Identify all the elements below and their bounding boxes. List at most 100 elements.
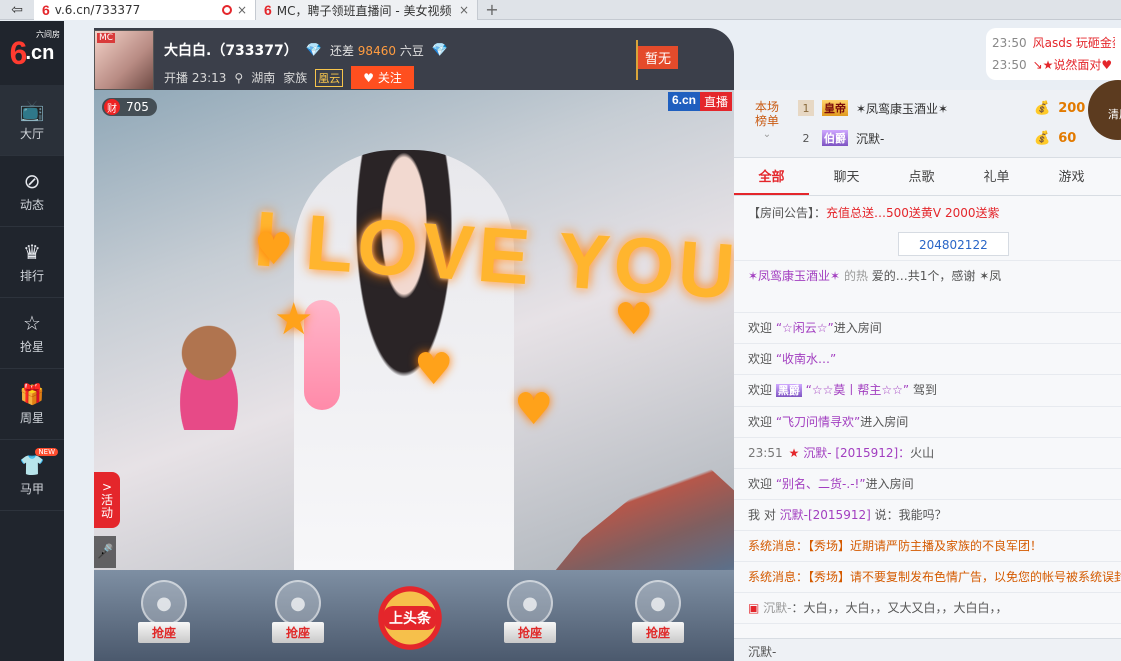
site-logo-icon: 6 <box>42 2 50 18</box>
seat-3[interactable]: ● 抢座 <box>490 580 570 655</box>
heart-icon: ♥ <box>254 224 294 275</box>
tab-v6[interactable]: 6 v.6.cn/733377 × <box>34 0 256 20</box>
seat-avatar-icon: ● <box>507 580 553 626</box>
new-tab-button[interactable]: + <box>478 0 506 19</box>
star-icon: ★ <box>788 446 800 460</box>
close-icon[interactable]: × <box>459 3 469 17</box>
seat-bar: ● 抢座 ● 抢座 上头条 ● 抢座 ● 抢座 <box>94 570 734 661</box>
seat-avatar-icon: ● <box>141 580 187 626</box>
tab-mc-room[interactable]: 6 MC，聘子领班直播间 - 美女视频 × <box>256 0 478 20</box>
gift-icon: 🎁 <box>19 381 45 406</box>
browser-tab-bar: ⇦ 6 v.6.cn/733377 × 6 MC，聘子领班直播间 - 美女视频 … <box>0 0 1121 20</box>
chat-input-row[interactable]: 沉默- <box>734 638 1121 661</box>
location: 湖南 <box>251 71 276 85</box>
chat-list[interactable]: 【房间公告】：充值总送…500送黄V 2000送紫 204802122 ✶凤鸾康… <box>734 198 1121 638</box>
chat-tabs: 全部 聊天 点歌 礼单 游戏 <box>734 160 1121 196</box>
list-item: 欢迎 “☆闲云☆”进入房间 <box>734 313 1121 344</box>
anchor-name-row: 大白白.（733377） 💎 还差 98460 六豆 💎 <box>164 40 448 60</box>
live-video[interactable]: I LOVE YOU ♥ ♥ ♥ ♥ ★ ★ 财 705 6.cn 直播 > 活… <box>94 90 734 570</box>
user-icon: ▣ <box>748 601 760 615</box>
title-badge: 黑爵 <box>775 384 802 397</box>
seat-4[interactable]: ● 抢座 <box>618 580 698 655</box>
heart-icon: ♥ <box>614 294 654 345</box>
grab-seat-button[interactable]: 抢座 <box>631 622 684 643</box>
fortune-icon: 财 <box>104 99 120 115</box>
seat-1[interactable]: ● 抢座 <box>124 580 204 655</box>
new-badge: NEW <box>35 448 58 456</box>
shirt-icon: 👕 <box>19 452 45 477</box>
fortune-badge[interactable]: 财 705 <box>102 98 157 116</box>
anchor-info-row: 开播 23:13 ⚲ 湖南 家族 凰云 ♥ 关注 <box>164 66 414 89</box>
record-icon <box>221 5 232 15</box>
list-item: 我 对 沉默-[2015912] 说：我能吗？ <box>734 500 1121 531</box>
start-time: 开播 23:13 <box>164 71 227 85</box>
rank-row[interactable]: 1 皇帝 ✶凤鸾康玉酒业✶ 💰 200 <box>798 96 1098 120</box>
anchor-header: MC 大白白.（733377） 💎 还差 98460 六豆 💎 开播 23:13… <box>94 28 734 90</box>
tab-gifts[interactable]: 礼单 <box>959 160 1034 195</box>
coin-icon: 💰 <box>1034 100 1051 116</box>
ticker-line: 23:50 风asds 玩砸金蛋 <box>992 36 1115 50</box>
rank-flag[interactable]: 暂无 <box>638 46 678 69</box>
list-item: 欢迎 “别名、二货-.-!”进入房间 <box>734 469 1121 500</box>
tab-url: v.6.cn/733377 <box>54 3 141 17</box>
tab-chat[interactable]: 聊天 <box>809 160 884 195</box>
right-panel: 本场 榜单 ⌄ 1 皇帝 ✶凤鸾康玉酒业✶ 💰 200 2 伯爵 沉默- 💰 6… <box>734 90 1121 661</box>
rank-row[interactable]: 2 伯爵 沉默- 💰 60 <box>798 126 1098 150</box>
ticker-line: 23:50 ↘★说然面对♥ <box>992 58 1113 72</box>
back-arrow-icon[interactable]: ⇦ <box>0 0 34 19</box>
heart-icon: ♥ <box>414 344 454 395</box>
teddy-bear <box>164 320 254 430</box>
sidebar-item-rank[interactable]: ♛ 排行 <box>0 227 64 298</box>
family-tag[interactable]: 凰云 <box>315 68 344 87</box>
rank-title-badge: 皇帝 <box>822 100 848 116</box>
heart-icon: ♥ <box>514 384 554 435</box>
family-label: 家族 <box>283 71 308 85</box>
grab-seat-button[interactable]: 抢座 <box>137 622 190 643</box>
rank-title-badge: 伯爵 <box>822 130 848 146</box>
sidebar-item-feed[interactable]: ⊘ 动态 <box>0 156 64 227</box>
tab-title: MC，聘子领班直播间 - 美女视频 <box>276 3 452 18</box>
list-item: 欢迎 黑爵 “☆☆莫丨帮主☆☆” 驾到 <box>734 375 1121 407</box>
close-icon[interactable]: × <box>237 3 247 17</box>
site-logo[interactable]: 6 .cn 六间房 <box>0 21 64 85</box>
live-badge: 6.cn 直播 <box>667 92 732 111</box>
seat-avatar-icon: ● <box>635 580 681 626</box>
sidebar-item-grab-star[interactable]: ☆ 抢星 <box>0 298 64 369</box>
session-rank: 本场 榜单 ⌄ 1 皇帝 ✶凤鸾康玉酒业✶ 💰 200 2 伯爵 沉默- 💰 6… <box>734 90 1121 158</box>
star-icon: ★ <box>274 294 314 345</box>
list-item: ✶凤鸾康玉酒业✶ 的热 爱的…共1个，感谢 ✶凤 <box>734 261 1121 313</box>
top-message-ticker: 23:50 风asds 玩砸金蛋 23:50 ↘★说然面对♥ <box>986 28 1121 80</box>
site-logo-icon: 6 <box>264 2 272 18</box>
list-item: ▣ 沉默-：大白，，大白，，又大又白，，大白白，， <box>734 593 1121 624</box>
mic-icon[interactable]: 🎤 <box>94 536 116 568</box>
tab-games[interactable]: 游戏 <box>1034 160 1109 195</box>
seat-avatar-icon: ● <box>275 580 321 626</box>
sidebar-item-week-star[interactable]: 🎁 周星 <box>0 369 64 440</box>
tab-all[interactable]: 全部 <box>734 160 809 195</box>
location-pin-icon: ⚲ <box>234 70 244 85</box>
list-item: 欢迎 “飞刀问情寻欢”进入房间 <box>734 407 1121 438</box>
sidebar-item-hall[interactable]: 📺 大厅 <box>0 85 64 156</box>
system-message: 系统消息：【秀场】近期请严防主播及家族的不良军团！ <box>734 531 1121 562</box>
tv-icon: 📺 <box>19 97 45 122</box>
headline-button[interactable]: 上头条 <box>376 578 444 658</box>
room-id[interactable]: 204802122 <box>898 232 1009 256</box>
rank-toggle[interactable]: 本场 榜单 ⌄ <box>752 100 782 142</box>
star-icon: ☆ <box>23 310 41 335</box>
left-sidebar: 6 .cn 六间房 📺 大厅 ⊘ 动态 ♛ 排行 ☆ 抢星 🎁 周星 NEW 👕 … <box>0 21 64 661</box>
sidebar-item-vest[interactable]: NEW 👕 马甲 <box>0 440 64 511</box>
chevron-down-icon: ⌄ <box>762 129 772 140</box>
avatar[interactable]: MC <box>94 30 154 90</box>
room-id-row: 204802122 <box>734 228 1121 261</box>
chevron-right-icon: > <box>101 479 113 494</box>
tab-song[interactable]: 点歌 <box>884 160 959 195</box>
diamond-icon: 💎 <box>305 42 322 58</box>
grab-seat-button[interactable]: 抢座 <box>503 622 556 643</box>
compass-icon: ⊘ <box>23 168 41 193</box>
seat-2[interactable]: ● 抢座 <box>258 580 338 655</box>
follow-button[interactable]: ♥ 关注 <box>351 66 414 89</box>
grab-seat-button[interactable]: 抢座 <box>271 622 324 643</box>
system-message: 系统消息：【秀场】请不要复制发布色情广告，以免您的帐号被系统误封 <box>734 562 1121 593</box>
activity-tab[interactable]: > 活动 <box>94 472 120 528</box>
level-diff: 还差 98460 六豆 <box>329 43 424 58</box>
